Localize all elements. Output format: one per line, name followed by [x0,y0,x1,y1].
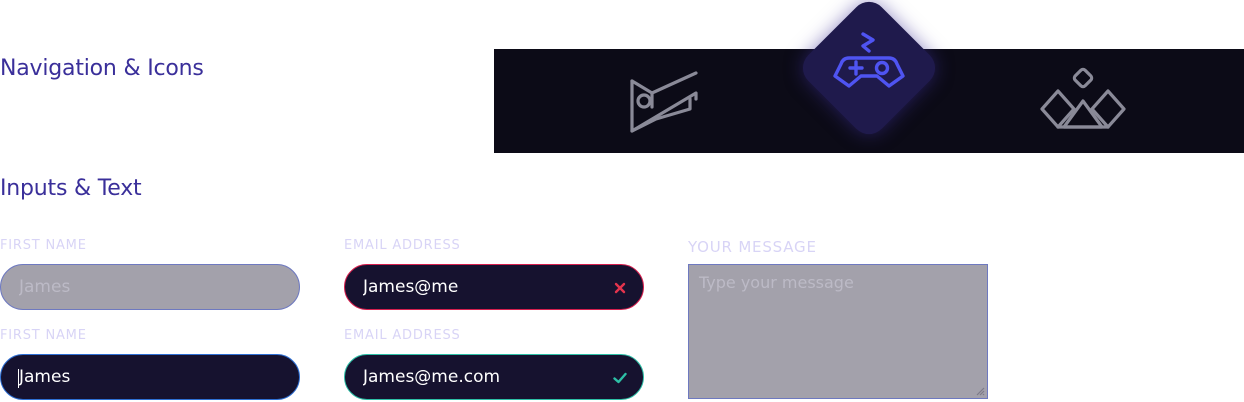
check-icon [613,372,627,384]
message-textarea[interactable] [689,265,987,398]
first-name-input-disabled[interactable] [1,265,299,309]
book-icon [630,71,698,133]
email-input-valid[interactable] [345,355,643,399]
first-name-label: FIRST NAME [0,238,87,253]
email-field-error [344,264,644,310]
first-name-field-disabled [0,264,300,310]
nav-item-games-active[interactable] [795,0,943,142]
email-field-valid [344,354,644,400]
first-name-input-focused[interactable] [1,355,299,399]
message-field [688,264,988,399]
email-input-error[interactable] [345,265,643,309]
close-icon[interactable] [611,279,629,297]
bottom-navbar [494,0,1244,153]
message-label: YOUR MESSAGE [688,238,817,256]
section-title-navigation: Navigation & Icons [0,56,204,81]
gamepad-icon [833,32,905,88]
shapes-icon [1040,67,1126,129]
email-label-2: EMAIL ADDRESS [344,328,461,343]
resize-handle-icon[interactable] [975,386,985,396]
first-name-label-2: FIRST NAME [0,328,87,343]
first-name-field-focused [0,354,300,400]
email-label: EMAIL ADDRESS [344,238,461,253]
nav-item-library[interactable] [628,69,700,137]
section-title-inputs: Inputs & Text [0,176,142,201]
text-cursor [18,369,19,388]
nav-item-shapes[interactable] [1038,67,1128,137]
